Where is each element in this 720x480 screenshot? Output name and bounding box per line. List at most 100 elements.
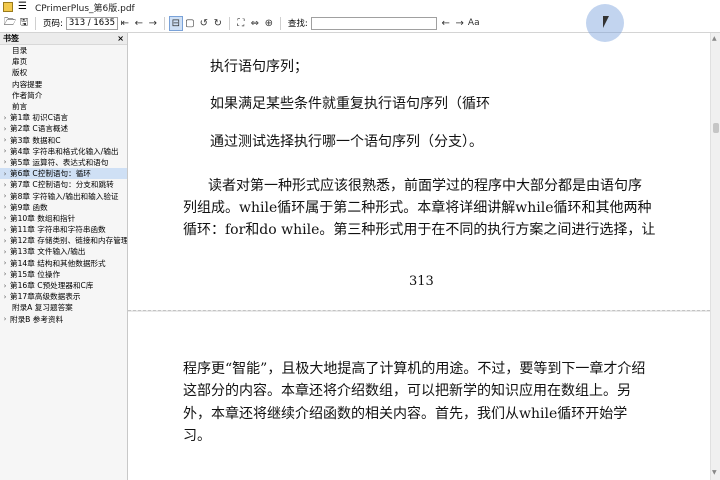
- fit-width-icon[interactable]: ⇔: [248, 16, 262, 31]
- open-folder-icon[interactable]: 🗁: [3, 16, 17, 31]
- chevron-right-icon[interactable]: ›: [0, 114, 10, 122]
- bookmark-item[interactable]: 作者简介: [0, 90, 127, 101]
- chevron-right-icon[interactable]: ›: [0, 315, 10, 323]
- bookmark-label: 第12章 存储类别、链接和内存管理: [10, 236, 127, 246]
- scroll-down-icon[interactable]: ▼: [712, 469, 717, 476]
- find-prev-icon[interactable]: ←: [439, 16, 453, 31]
- bookmark-tree: 目录 扉页 版权 内容提要 作者简介前言 › 第1章 初识C语言 › 第2章 C语言概述 › 第3章…: [0, 45, 127, 325]
- save-icon[interactable]: 🖫: [17, 16, 31, 31]
- chevron-right-icon[interactable]: ›: [0, 170, 10, 178]
- bookmarks-sidebar: 书签 × 目录 扉页 版权 内容提要 作者简介 前言 › 第1章 初识C语言 › 第2章 C语言概…: [0, 33, 128, 480]
- scrollbar-thumb[interactable]: [713, 123, 719, 133]
- rotate-ccw-icon[interactable]: ↺: [197, 16, 211, 31]
- bookmark-label: 第7章 C控制语句：分支和跳转: [10, 180, 114, 190]
- close-sidebar-icon[interactable]: ×: [117, 34, 124, 43]
- bookmark-label: 目录: [12, 46, 28, 56]
- chevron-right-icon[interactable]: ›: [0, 136, 10, 144]
- bookmark-item[interactable]: › 第3章 数据和C: [0, 135, 127, 146]
- menu-icon[interactable]: ☰: [18, 2, 27, 12]
- page-text-line: 程序更“智能”，且极大地提高了计算机的用途。不过，要等到下一章才介绍: [183, 361, 646, 377]
- page-number: 313: [409, 274, 434, 289]
- vertical-scrollbar[interactable]: ▲ ▼: [710, 33, 720, 480]
- chevron-right-icon[interactable]: ›: [0, 181, 10, 189]
- bookmark-item[interactable]: › 第16章 C预处理器和C库: [0, 280, 127, 291]
- bookmark-label: 第16章 C预处理器和C库: [10, 281, 94, 291]
- chevron-right-icon[interactable]: ›: [0, 282, 10, 290]
- single-page-view-icon[interactable]: ▢: [183, 16, 197, 31]
- bookmark-label: 第9章 函数: [10, 202, 48, 212]
- nav-forward-icon[interactable]: →: [146, 16, 160, 31]
- bookmark-item[interactable]: › 第1章 初识C语言: [0, 112, 127, 123]
- bookmark-item[interactable]: 内容提要: [0, 79, 127, 90]
- bookmark-item[interactable]: › 第17章高级数据表示: [0, 291, 127, 302]
- chevron-right-icon[interactable]: ›: [0, 125, 10, 133]
- chevron-right-icon[interactable]: ›: [0, 259, 10, 267]
- page-text-line: 这部分的内容。本章还将介绍数组，可以把新学的知识应用在数组上。另: [183, 383, 631, 399]
- document-viewer[interactable]: 执行语句序列； 如果满足某些条件就重复执行语句序列（循环 通过测试选择执行哪一个…: [128, 33, 720, 480]
- chevron-right-icon[interactable]: ›: [0, 158, 10, 166]
- bookmark-item[interactable]: 前言: [0, 101, 127, 112]
- chevron-right-icon[interactable]: ›: [0, 147, 10, 155]
- bookmark-item[interactable]: › 第14章 结构和其他数据形式: [0, 258, 127, 269]
- bookmark-item[interactable]: › 第4章 字符串和格式化输入/输出: [0, 146, 127, 157]
- chevron-right-icon[interactable]: ›: [0, 203, 10, 211]
- bookmark-label: 第5章 运算符、表达式和语句: [10, 157, 109, 167]
- nav-back-icon[interactable]: ←: [132, 16, 146, 31]
- bookmark-item[interactable]: › 第8章 字符输入/输出和输入验证: [0, 190, 127, 201]
- bookmark-item[interactable]: › 第13章 文件输入/输出: [0, 246, 127, 257]
- bookmark-item[interactable]: › 第5章 运算符、表达式和语句: [0, 157, 127, 168]
- bookmark-item[interactable]: › 第9章 函数: [0, 202, 127, 213]
- bookmark-item[interactable]: › 第12章 存储类别、链接和内存管理: [0, 235, 127, 246]
- chevron-right-icon[interactable]: ›: [0, 293, 10, 301]
- bookmark-label: 第10章 数组和指针: [10, 213, 76, 223]
- bookmark-item[interactable]: › 附录B 参考资料: [0, 314, 127, 325]
- bookmark-label: 第14章 结构和其他数据形式: [10, 258, 106, 268]
- bookmark-label: 第13章 文件输入/输出: [10, 247, 86, 257]
- bookmark-item[interactable]: › 第6章 C控制语句：循环: [0, 168, 127, 180]
- bookmark-item[interactable]: › 第11章 字符串和字符串函数: [0, 224, 127, 235]
- page-label: 页码:: [43, 19, 63, 29]
- bookmark-item[interactable]: 版权: [0, 67, 127, 78]
- bookmark-label: 第6章 C控制语句：循环: [10, 169, 91, 179]
- match-case-icon[interactable]: Aa: [467, 16, 481, 31]
- bookmark-item[interactable]: 附录A 复习题答案: [0, 302, 127, 313]
- chevron-right-icon[interactable]: ›: [0, 248, 10, 256]
- continuous-view-icon[interactable]: ⊟: [168, 15, 183, 31]
- bookmark-item[interactable]: › 第7章 C控制语句：分支和跳转: [0, 179, 127, 190]
- chevron-right-icon[interactable]: ›: [0, 214, 10, 222]
- page-text-line: 如果满足某些条件就重复执行语句序列（循环: [210, 96, 490, 112]
- rotate-cw-icon[interactable]: ↻: [211, 16, 225, 31]
- bookmark-label: 第11章 字符串和字符串函数: [10, 225, 106, 235]
- bookmark-label: 第4章 字符串和格式化输入/输出: [10, 146, 119, 156]
- find-input[interactable]: [310, 16, 437, 30]
- toolbar-divider: [228, 16, 230, 30]
- bookmark-label: 内容提要: [12, 79, 43, 89]
- bookmark-item[interactable]: › 第2章 C语言概述: [0, 123, 127, 134]
- mouse-cursor-icon: [603, 16, 609, 28]
- bookmark-label: 第17章高级数据表示: [10, 292, 81, 302]
- pdf-page-314: 程序更“智能”，且极大地提高了计算机的用途。不过，要等到下一章才介绍 这部分的内…: [128, 312, 710, 480]
- bookmark-item[interactable]: 目录: [0, 45, 127, 56]
- page-text-line: 习。: [183, 428, 211, 444]
- chevron-right-icon[interactable]: ›: [0, 192, 10, 200]
- bookmark-item[interactable]: › 第10章 数组和指针: [0, 213, 127, 224]
- chevron-right-icon[interactable]: ›: [0, 270, 10, 278]
- bookmark-label: 版权: [12, 68, 28, 78]
- chevron-right-icon[interactable]: ›: [0, 226, 10, 234]
- bookmark-item[interactable]: 扉页: [0, 56, 127, 67]
- scroll-up-icon[interactable]: ▲: [712, 35, 717, 42]
- chevron-right-icon[interactable]: ›: [0, 237, 10, 245]
- zoom-in-icon[interactable]: ⊕: [262, 16, 276, 31]
- page-number-input[interactable]: [65, 16, 118, 30]
- find-next-icon[interactable]: →: [453, 16, 467, 31]
- page-text-line: 读者对第一种形式应该很熟悉，前面学过的程序中大部分都是由语句序: [208, 178, 642, 194]
- bookmark-label: 附录B 参考资料: [10, 314, 64, 324]
- prev-page-icon[interactable]: ⇤: [118, 16, 132, 31]
- toolbar-divider: [35, 16, 36, 30]
- bookmark-label: 扉页: [12, 57, 28, 67]
- bookmark-label: 作者简介: [12, 90, 43, 100]
- fit-page-icon[interactable]: ⛶: [234, 16, 248, 31]
- app-icon: [3, 2, 13, 12]
- bookmark-item[interactable]: › 第15章 位操作: [0, 269, 127, 280]
- bookmark-label: 前言: [12, 102, 28, 112]
